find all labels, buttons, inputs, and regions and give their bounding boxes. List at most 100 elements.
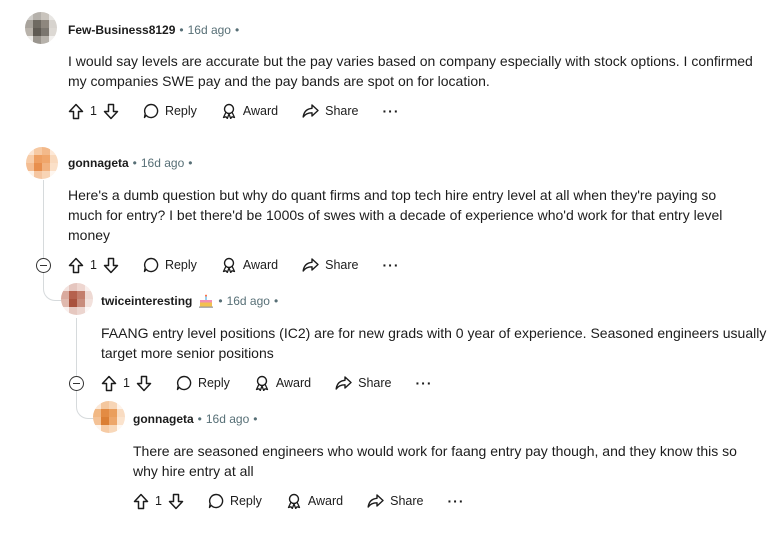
comment-actions: 1 Reply Award Share ··· <box>101 372 433 394</box>
share-label: Share <box>358 376 392 390</box>
reply-label: Reply <box>197 376 230 390</box>
award-icon <box>222 257 236 273</box>
arrow-down-icon[interactable] <box>168 493 184 510</box>
username[interactable]: Few-Business8129 <box>68 23 175 37</box>
comment-actions: 1 Reply Award Share ··· <box>133 490 465 512</box>
award-button[interactable]: Award <box>286 493 343 509</box>
award-button[interactable]: Award <box>221 103 278 119</box>
share-arrow-icon <box>335 376 352 390</box>
username[interactable]: gonnageta <box>68 156 129 170</box>
more-options-button[interactable]: ··· <box>383 257 400 273</box>
comment-line: I would say levels are accurate but the … <box>68 53 753 69</box>
timestamp[interactable]: 16d ago <box>206 412 249 426</box>
arrow-up-icon[interactable] <box>68 103 84 120</box>
comment-line: Here's a dumb question but why do quant … <box>68 187 717 203</box>
separator: • <box>273 294 279 308</box>
vote-group: 1 <box>68 103 119 120</box>
award-label: Award <box>275 376 312 390</box>
speech-bubble-icon <box>143 103 159 119</box>
avatar[interactable] <box>26 147 58 179</box>
comment-header: gonnageta • 16d ago • <box>133 409 261 429</box>
thread-line <box>43 180 44 258</box>
vote-group: 1 <box>68 257 119 274</box>
more-options-button[interactable]: ··· <box>416 375 433 391</box>
share-label: Share <box>390 494 424 508</box>
award-button[interactable]: Award <box>221 257 278 273</box>
share-button[interactable]: Share <box>302 103 359 119</box>
reply-button[interactable]: Reply <box>143 103 197 119</box>
reply-button[interactable]: Reply <box>208 493 262 509</box>
comment-body: FAANG entry level positions (IC2) are fo… <box>101 323 771 363</box>
comment-line: There are seasoned engineers who would w… <box>133 443 737 459</box>
avatar[interactable] <box>25 12 57 44</box>
comment-body: There are seasoned engineers who would w… <box>133 441 773 481</box>
arrow-up-icon[interactable] <box>133 493 149 510</box>
vote-count: 1 <box>90 258 97 272</box>
timestamp[interactable]: 16d ago <box>141 156 184 170</box>
share-button[interactable]: Share <box>335 375 392 391</box>
separator: • <box>253 412 258 426</box>
speech-bubble-icon <box>143 257 159 273</box>
vote-count: 1 <box>123 376 130 390</box>
speech-bubble-icon <box>208 493 224 509</box>
comment-body: Here's a dumb question but why do quant … <box>68 185 768 245</box>
arrow-down-icon[interactable] <box>136 375 152 392</box>
award-label: Award <box>307 494 344 508</box>
separator: • <box>218 294 223 308</box>
collapse-thread-button[interactable] <box>69 376 84 391</box>
comment-line: target more senior positions <box>101 345 274 361</box>
reply-button[interactable]: Reply <box>176 375 230 391</box>
share-button[interactable]: Share <box>367 493 424 509</box>
more-options-button[interactable]: ··· <box>448 493 465 509</box>
comment-line: much for entry? I bet there'd be 1000s o… <box>68 207 723 223</box>
username[interactable]: twiceinteresting <box>101 294 192 308</box>
reply-label: Reply <box>229 494 262 508</box>
separator: • <box>132 156 137 170</box>
username[interactable]: gonnageta <box>133 412 194 426</box>
share-button[interactable]: Share <box>302 257 359 273</box>
comment-header: gonnageta • 16d ago • <box>68 153 196 173</box>
comment-actions: 1 Reply Award Share ··· <box>68 100 400 122</box>
share-arrow-icon <box>367 494 384 508</box>
more-options-button[interactable]: ··· <box>383 103 400 119</box>
award-icon <box>222 103 236 119</box>
comment-actions: 1 Reply Award Share ··· <box>68 254 400 276</box>
reply-button[interactable]: Reply <box>143 257 197 273</box>
comment-line: why hire entry at all <box>133 463 254 479</box>
reply-label: Reply <box>164 258 197 272</box>
arrow-up-icon[interactable] <box>68 257 84 274</box>
separator: • <box>179 23 184 37</box>
award-icon <box>255 375 269 391</box>
reply-label: Reply <box>164 104 197 118</box>
award-icon <box>287 493 301 509</box>
comment-line: money <box>68 227 111 243</box>
thread-line <box>76 318 77 376</box>
award-label: Award <box>242 258 279 272</box>
vote-group: 1 <box>101 375 152 392</box>
speech-bubble-icon <box>176 375 192 391</box>
avatar[interactable] <box>93 401 125 433</box>
cake-icon <box>199 294 214 308</box>
arrow-up-icon[interactable] <box>101 375 117 392</box>
arrow-down-icon[interactable] <box>103 103 119 120</box>
share-arrow-icon <box>302 258 319 272</box>
comment-line: FAANG entry level positions (IC2) are fo… <box>101 325 767 341</box>
timestamp[interactable]: 16d ago <box>188 23 231 37</box>
share-arrow-icon <box>302 104 319 118</box>
comment-header: twiceinteresting • 16d ago • <box>101 291 282 311</box>
arrow-down-icon[interactable] <box>103 257 119 274</box>
comment-header: Few-Business8129 • 16d ago • <box>68 20 243 40</box>
award-button[interactable]: Award <box>254 375 311 391</box>
avatar[interactable] <box>61 283 93 315</box>
comment-line: my companies SWE pay and the pay bands a… <box>68 73 490 89</box>
timestamp[interactable]: 16d ago <box>227 294 270 308</box>
comment-body: I would say levels are accurate but the … <box>68 51 768 91</box>
award-label: Award <box>242 104 279 118</box>
share-label: Share <box>325 258 359 272</box>
share-label: Share <box>325 104 359 118</box>
separator: • <box>197 412 202 426</box>
separator: • <box>188 156 193 170</box>
collapse-thread-button[interactable] <box>36 258 51 273</box>
vote-group: 1 <box>133 493 184 510</box>
vote-count: 1 <box>90 104 97 118</box>
